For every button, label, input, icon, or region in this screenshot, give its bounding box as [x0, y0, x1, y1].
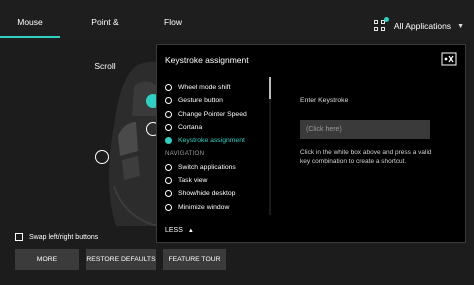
radio-button: [165, 163, 172, 171]
more-button[interactable]: MORE: [15, 249, 79, 270]
radio-button: [165, 110, 172, 118]
keystroke-input[interactable]: (Click here): [300, 120, 430, 139]
list-scrollbar[interactable]: [269, 77, 271, 215]
radio-button: [165, 203, 172, 211]
chevron-up-icon: ▲: [187, 228, 194, 234]
panel-title: Keystroke assignment: [165, 55, 249, 65]
checkbox-box: [15, 233, 23, 241]
list-item-gesture-button[interactable]: Gesture button: [165, 94, 275, 107]
less-toggle[interactable]: LESS ▲: [165, 227, 194, 234]
list-item-label: Minimize window: [178, 203, 230, 211]
list-item-label: Change Pointer Speed: [178, 110, 247, 118]
less-label: LESS: [165, 227, 183, 234]
list-item-label: Switch applications: [178, 163, 236, 171]
tab-point-and-scroll[interactable]: Point & Scroll: [80, 0, 130, 71]
list-item-keystroke-assignment[interactable]: Keystroke assignment: [165, 134, 275, 147]
tab-mouse[interactable]: Mouse: [0, 0, 60, 38]
radio-button: [165, 124, 172, 132]
list-item-minimize-window[interactable]: Minimize window: [165, 200, 275, 213]
radio-button: [165, 190, 172, 198]
list-item-cortana[interactable]: Cortana: [165, 121, 275, 134]
list-item-change-pointer-speed[interactable]: Change Pointer Speed: [165, 108, 275, 121]
close-panel-icon[interactable]: [441, 52, 457, 66]
chevron-down-icon: ▼: [457, 22, 464, 30]
scrollbar-thumb[interactable]: [269, 77, 271, 99]
list-item-label: Keystroke assignment: [178, 137, 245, 145]
radio-button: [165, 176, 172, 184]
list-item-label: Gesture button: [178, 97, 223, 105]
feature-tour-button[interactable]: FEATURE TOUR: [163, 249, 226, 270]
application-selector[interactable]: All Applications ▼: [373, 17, 464, 32]
hotspot-thumb-button[interactable]: [95, 150, 109, 164]
radio-button: [165, 97, 172, 105]
keystroke-section: Enter Keystroke (Click here) Click in th…: [300, 97, 440, 166]
list-item-label: Cortana: [178, 124, 203, 132]
list-item-label: Wheel mode shift: [178, 84, 231, 92]
swap-buttons-checkbox[interactable]: Swap left/right buttons: [15, 233, 98, 241]
tab-flow[interactable]: Flow: [160, 0, 186, 38]
top-bar: Mouse Point & Scroll Flow All Applicatio…: [0, 0, 474, 71]
list-item-label: Task view: [178, 176, 208, 184]
keystroke-help-text: Click in the white box above and press a…: [300, 149, 432, 165]
list-item-show-hide-desktop[interactable]: Show/hide desktop: [165, 187, 275, 200]
radio-button-selected: [165, 137, 172, 145]
application-selector-label: All Applications: [393, 21, 452, 31]
list-item-wheel-mode-shift[interactable]: Wheel mode shift: [165, 81, 275, 94]
list-item-switch-applications[interactable]: Switch applications: [165, 160, 275, 173]
apps-grid-icon: [373, 17, 389, 32]
action-panel: Keystroke assignment Wheel mode shift Ge…: [156, 44, 466, 243]
restore-defaults-button[interactable]: RESTORE DEFAULTS: [86, 249, 156, 270]
swap-buttons-label: Swap left/right buttons: [29, 233, 99, 241]
radio-button: [165, 84, 172, 92]
list-item-task-view[interactable]: Task view: [165, 174, 275, 187]
list-item-label: Show/hide desktop: [178, 190, 236, 198]
action-list: Wheel mode shift Gesture button Change P…: [165, 81, 275, 215]
enter-keystroke-label: Enter Keystroke: [300, 97, 349, 104]
navigation-heading: NAVIGATION: [165, 150, 205, 158]
